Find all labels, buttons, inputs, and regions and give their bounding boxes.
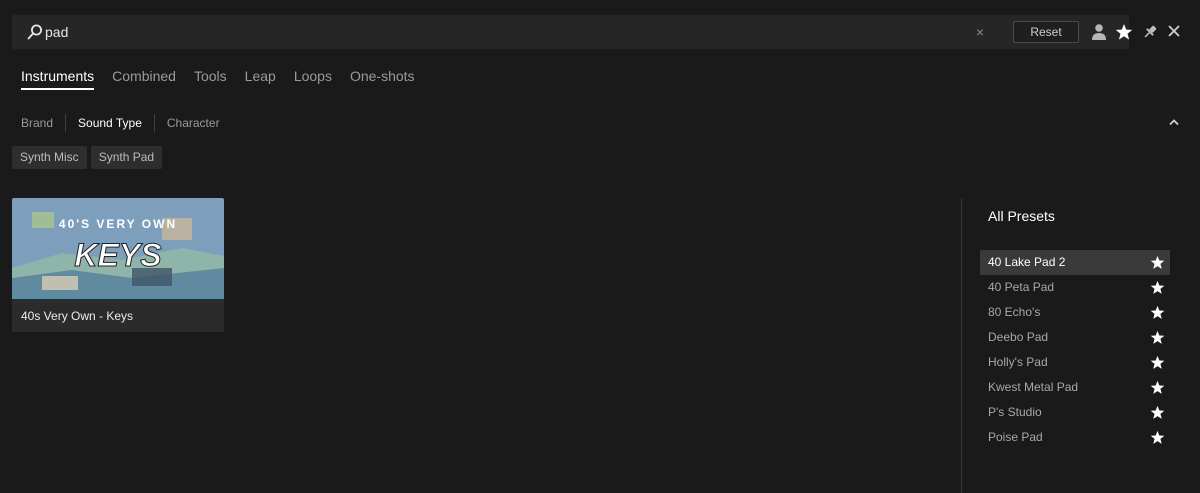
product-title: 40s Very Own - Keys bbox=[21, 309, 134, 323]
preset-item[interactable]: Poise Pad bbox=[980, 425, 1170, 450]
star-icon[interactable] bbox=[1150, 430, 1165, 445]
chevron-up-icon[interactable] bbox=[1168, 117, 1180, 127]
product-artwork: 40'S VERY OWN KEYS bbox=[12, 198, 224, 299]
filter-bar: Brand Sound Type Character bbox=[21, 114, 220, 132]
star-icon[interactable] bbox=[1150, 280, 1165, 295]
tab-instruments[interactable]: Instruments bbox=[21, 68, 95, 90]
preset-item[interactable]: 40 Lake Pad 2 bbox=[980, 250, 1170, 275]
preset-item[interactable]: 80 Echo's bbox=[980, 300, 1170, 325]
preset-label: 80 Echo's bbox=[988, 305, 1041, 319]
tab-combined[interactable]: Combined bbox=[112, 68, 176, 90]
preset-label: 40 Peta Pad bbox=[988, 280, 1055, 294]
tab-one-shots[interactable]: One-shots bbox=[350, 68, 415, 90]
sound-type-chips: Synth Misc Synth Pad bbox=[12, 146, 163, 169]
preset-label: Poise Pad bbox=[988, 430, 1043, 444]
star-icon[interactable] bbox=[1150, 255, 1165, 270]
preset-label: Kwest Metal Pad bbox=[988, 380, 1079, 394]
preset-list: 40 Lake Pad 2 40 Peta Pad 80 Echo's Deeb… bbox=[980, 250, 1170, 450]
chip-synth-misc[interactable]: Synth Misc bbox=[12, 146, 87, 169]
search-bar: × Reset bbox=[12, 15, 1133, 49]
tab-tools[interactable]: Tools bbox=[194, 68, 227, 90]
preset-item[interactable]: P's Studio bbox=[980, 400, 1170, 425]
close-icon[interactable] bbox=[1167, 24, 1181, 38]
star-icon[interactable] bbox=[1115, 23, 1133, 41]
preset-item[interactable]: Deebo Pad bbox=[980, 325, 1170, 350]
user-icon[interactable] bbox=[1091, 23, 1107, 41]
filter-divider bbox=[153, 114, 155, 132]
star-icon[interactable] bbox=[1150, 330, 1165, 345]
preset-item[interactable]: 40 Peta Pad bbox=[980, 275, 1170, 300]
preset-label: 40 Lake Pad 2 bbox=[988, 255, 1066, 269]
star-icon[interactable] bbox=[1150, 405, 1165, 420]
preset-label: Holly's Pad bbox=[988, 355, 1048, 369]
preset-label: P's Studio bbox=[988, 405, 1042, 419]
star-icon[interactable] bbox=[1150, 355, 1165, 370]
tab-loops[interactable]: Loops bbox=[294, 68, 332, 90]
preset-item[interactable]: Holly's Pad bbox=[980, 350, 1170, 375]
search-icon bbox=[27, 24, 42, 40]
product-card[interactable]: 40'S VERY OWN KEYS 40s Very Own - Keys bbox=[12, 198, 224, 332]
preset-label: Deebo Pad bbox=[988, 330, 1049, 344]
category-tabs: Instruments Combined Tools Leap Loops On… bbox=[21, 68, 433, 90]
filter-sound-type[interactable]: Sound Type bbox=[78, 116, 142, 130]
pin-icon[interactable] bbox=[1142, 24, 1158, 40]
panel-divider bbox=[961, 198, 962, 493]
star-icon[interactable] bbox=[1150, 305, 1165, 320]
presets-title: All Presets bbox=[988, 208, 1055, 224]
reset-button[interactable]: Reset bbox=[1013, 21, 1079, 43]
search-input[interactable] bbox=[45, 15, 945, 49]
artwork-logo: KEYS bbox=[74, 237, 162, 273]
star-icon[interactable] bbox=[1150, 380, 1165, 395]
artwork-caption: 40'S VERY OWN bbox=[59, 217, 177, 231]
filter-brand[interactable]: Brand bbox=[21, 116, 53, 130]
preset-item[interactable]: Kwest Metal Pad bbox=[980, 375, 1170, 400]
clear-search-button[interactable]: × bbox=[970, 22, 990, 42]
tab-leap[interactable]: Leap bbox=[245, 68, 276, 90]
filter-character[interactable]: Character bbox=[167, 116, 220, 130]
chip-synth-pad[interactable]: Synth Pad bbox=[90, 146, 163, 169]
filter-divider bbox=[65, 114, 67, 132]
